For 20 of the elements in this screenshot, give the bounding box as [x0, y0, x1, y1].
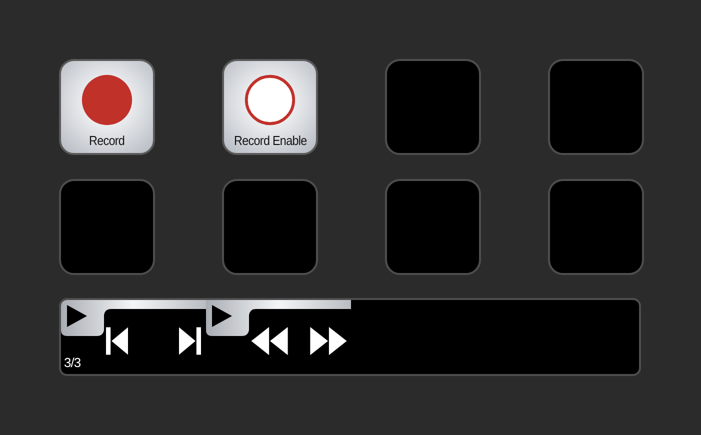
- key-label: Record Enable: [234, 133, 306, 148]
- ring-icon: [243, 73, 297, 127]
- record-key[interactable]: Record Enable: [222, 59, 318, 155]
- empty-key[interactable]: [385, 179, 481, 275]
- empty-key[interactable]: [548, 59, 644, 155]
- empty-key[interactable]: [59, 179, 155, 275]
- key-label: Record: [89, 133, 125, 148]
- rewind-icon[interactable]: [251, 326, 289, 356]
- empty-key[interactable]: [222, 179, 318, 275]
- empty-key[interactable]: [548, 179, 644, 275]
- record-key[interactable]: Record: [59, 59, 155, 155]
- fast-forward-icon[interactable]: [309, 326, 347, 356]
- play-icon: [212, 305, 232, 327]
- skip-forward-icon[interactable]: [179, 326, 201, 356]
- empty-key[interactable]: [385, 59, 481, 155]
- skip-back-icon[interactable]: [106, 326, 128, 356]
- play-icon: [67, 305, 87, 327]
- touch-strip[interactable]: 3/3: [59, 298, 641, 376]
- page-counter: 3/3: [64, 355, 81, 370]
- record-icon: [80, 73, 134, 127]
